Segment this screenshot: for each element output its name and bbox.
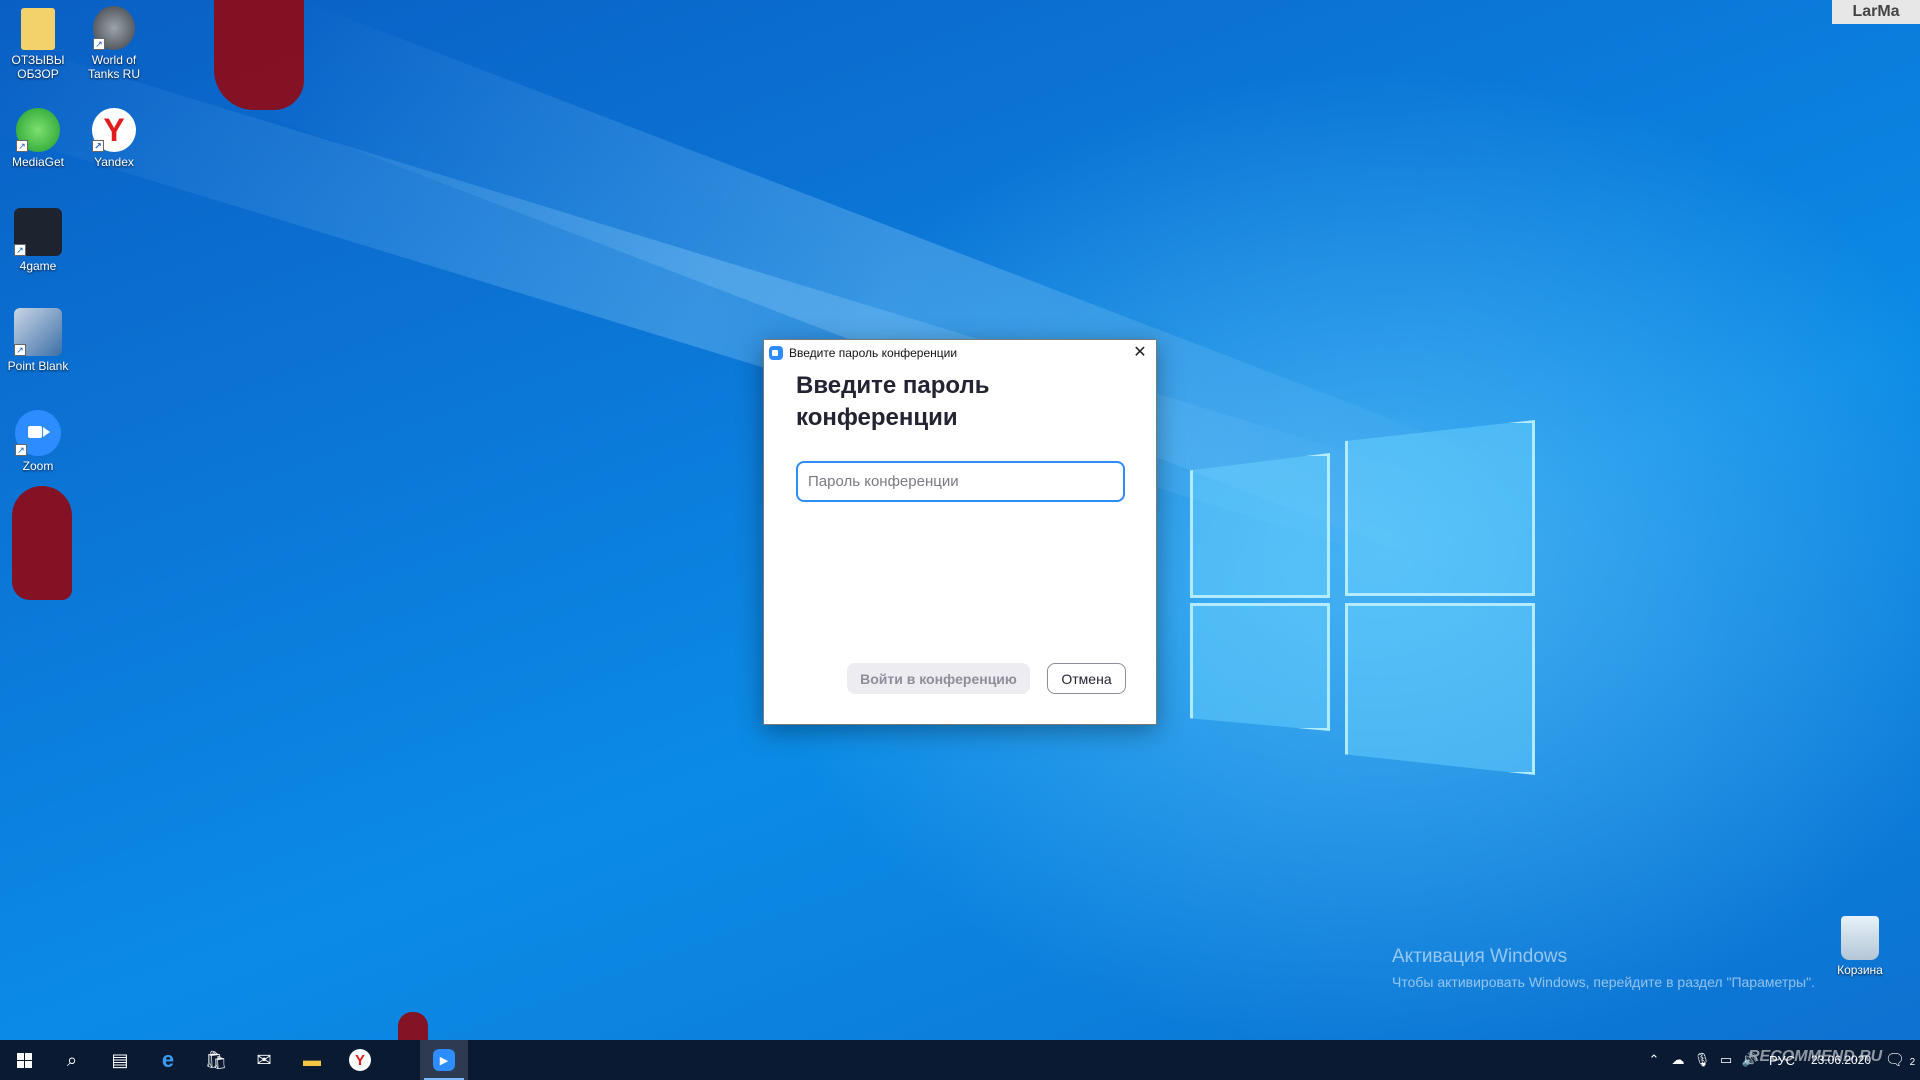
desktop-icon-label: MediaGet xyxy=(11,155,65,169)
yandex-browser-icon: Y ↗ xyxy=(92,108,136,152)
close-button[interactable]: ✕ xyxy=(1130,343,1150,363)
desktop-icon-mediaget[interactable]: ↗ MediaGet xyxy=(0,108,76,169)
microphone-icon[interactable]: 🎙 xyxy=(1690,1052,1714,1068)
zoom-icon: ▶ xyxy=(433,1049,455,1071)
mail-icon: ✉ xyxy=(256,1049,272,1070)
desktop-icon-zoom[interactable]: ↗ Zoom xyxy=(0,410,76,473)
taskbar-store[interactable]: 🛍 xyxy=(192,1040,240,1080)
shortcut-arrow-icon: ↗ xyxy=(14,344,26,356)
zoom-icon xyxy=(769,345,783,360)
taskbar-mail[interactable]: ✉ xyxy=(240,1040,288,1080)
language-indicator[interactable]: РУС xyxy=(1762,1053,1802,1068)
point-blank-icon: ↗ xyxy=(14,308,62,356)
taskbar-yandex[interactable]: Y xyxy=(336,1040,384,1080)
desktop-icon-point-blank[interactable]: ↗ Point Blank xyxy=(0,308,76,373)
search-button[interactable]: ⌕ xyxy=(48,1040,96,1080)
clock[interactable]: 23.06.2020 xyxy=(1802,1053,1880,1067)
desktop-icon-label: Yandex xyxy=(94,155,134,169)
yandex-browser-icon: Y xyxy=(349,1049,371,1071)
desktop-icon-label: 4game xyxy=(19,259,57,273)
conference-password-input[interactable] xyxy=(796,461,1125,502)
cancel-button[interactable]: Отмена xyxy=(1047,663,1126,694)
red-scribble xyxy=(398,1012,428,1040)
join-conference-button[interactable]: Войти в конференцию xyxy=(847,663,1030,694)
shortcut-arrow-icon: ↗ xyxy=(14,244,26,256)
recycle-bin-icon xyxy=(1841,916,1879,960)
zoom-icon: ↗ xyxy=(15,410,61,456)
date-label: 23.06.2020 xyxy=(1810,1053,1872,1067)
desktop-icon-label: World of Tanks RU xyxy=(87,53,140,81)
desktop: ОТЗЫВЫ ОБЗОР ↗ World of Tanks RU ↗ Media… xyxy=(0,0,1920,1040)
edge-icon: e xyxy=(161,1047,175,1072)
store-icon: 🛍 xyxy=(204,1049,228,1070)
activation-subtitle: Чтобы активировать Windows, перейдите в … xyxy=(1392,974,1815,990)
world-of-tanks-icon: ↗ xyxy=(93,6,135,50)
notification-count: 2 xyxy=(1909,1057,1916,1068)
4game-icon: ↗ xyxy=(14,208,62,256)
system-tray: ⌃ ☁ 🎙 ▭ 🔊 РУС 23.06.2020 🗨 2 xyxy=(1642,1040,1920,1080)
desktop-icon-recycle-bin[interactable]: Корзина xyxy=(1822,916,1898,977)
onedrive-icon[interactable]: ☁ xyxy=(1666,1052,1690,1068)
desktop-icon-world-of-tanks[interactable]: ↗ World of Tanks RU xyxy=(76,6,152,81)
dialog-heading: Введите пароль конференции xyxy=(796,372,990,431)
desktop-icon-label: Point Blank xyxy=(7,359,69,373)
shortcut-arrow-icon: ↗ xyxy=(16,140,28,152)
red-scribble xyxy=(12,486,72,600)
taskbar-zoom[interactable]: ▶ xyxy=(420,1040,468,1080)
shortcut-arrow-icon: ↗ xyxy=(93,38,105,50)
windows-logo-wallpaper xyxy=(1190,420,1550,780)
start-button[interactable] xyxy=(0,1040,48,1080)
desktop-icon-label: Zoom xyxy=(22,459,54,473)
desktop-icon-label: Корзина xyxy=(1837,963,1883,977)
network-icon[interactable]: ▭ xyxy=(1714,1052,1738,1068)
red-scribble xyxy=(214,0,304,110)
watermark-larma: LarMa xyxy=(1832,0,1920,24)
task-view-button[interactable]: ▤ xyxy=(96,1040,144,1080)
shortcut-arrow-icon: ↗ xyxy=(92,140,104,152)
close-icon: ✕ xyxy=(1133,344,1147,361)
mediaget-icon: ↗ xyxy=(16,108,60,152)
chevron-up-icon[interactable]: ⌃ xyxy=(1642,1052,1666,1068)
taskbar-spacer xyxy=(384,1040,420,1080)
file-explorer-icon: ▬ xyxy=(303,1049,321,1070)
search-icon: ⌕ xyxy=(66,1049,78,1070)
volume-icon[interactable]: 🔊 xyxy=(1738,1052,1762,1068)
start-icon xyxy=(16,1052,32,1068)
action-center-button[interactable]: 🗨 2 xyxy=(1880,1050,1920,1070)
windows-activation-notice: Активация Windows Чтобы активировать Win… xyxy=(1392,946,1815,990)
taskbar-edge[interactable]: e xyxy=(144,1040,192,1080)
taskbar: ⌕ ▤ e 🛍 ✉ ▬ Y ▶ RECOMMEND.RU ⌃ ☁ 🎙 ▭ 🔊 Р… xyxy=(0,1040,1920,1080)
desktop-icon-4game[interactable]: ↗ 4game xyxy=(0,208,76,273)
folder-icon xyxy=(21,8,55,50)
dialog-window-title: Введите пароль конференции xyxy=(789,345,958,360)
taskbar-file-explorer[interactable]: ▬ xyxy=(288,1040,336,1080)
password-dialog: Введите пароль конференции ✕ Введите пар… xyxy=(763,339,1157,725)
desktop-icon-label: ОТЗЫВЫ ОБЗОР xyxy=(11,53,65,81)
activation-title: Активация Windows xyxy=(1392,946,1568,967)
task-view-icon: ▤ xyxy=(111,1049,129,1070)
desktop-icon-yandex[interactable]: Y ↗ Yandex xyxy=(76,108,152,169)
notification-icon: 🗨 xyxy=(1884,1052,1906,1069)
dialog-titlebar[interactable]: Введите пароль конференции xyxy=(764,340,1156,365)
desktop-icon-otzyvy[interactable]: ОТЗЫВЫ ОБЗОР xyxy=(0,8,76,81)
shortcut-arrow-icon: ↗ xyxy=(15,444,27,456)
